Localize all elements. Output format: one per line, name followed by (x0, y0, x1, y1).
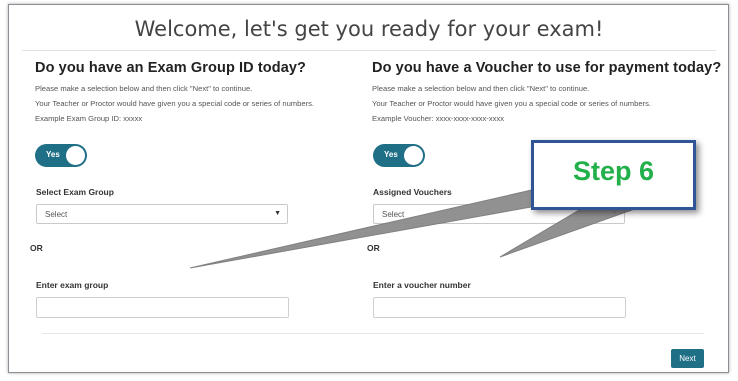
step-callout: Step 6 (531, 140, 696, 210)
callout-pointer-left (189, 186, 549, 269)
step-callout-text: Step 6 (572, 156, 655, 186)
